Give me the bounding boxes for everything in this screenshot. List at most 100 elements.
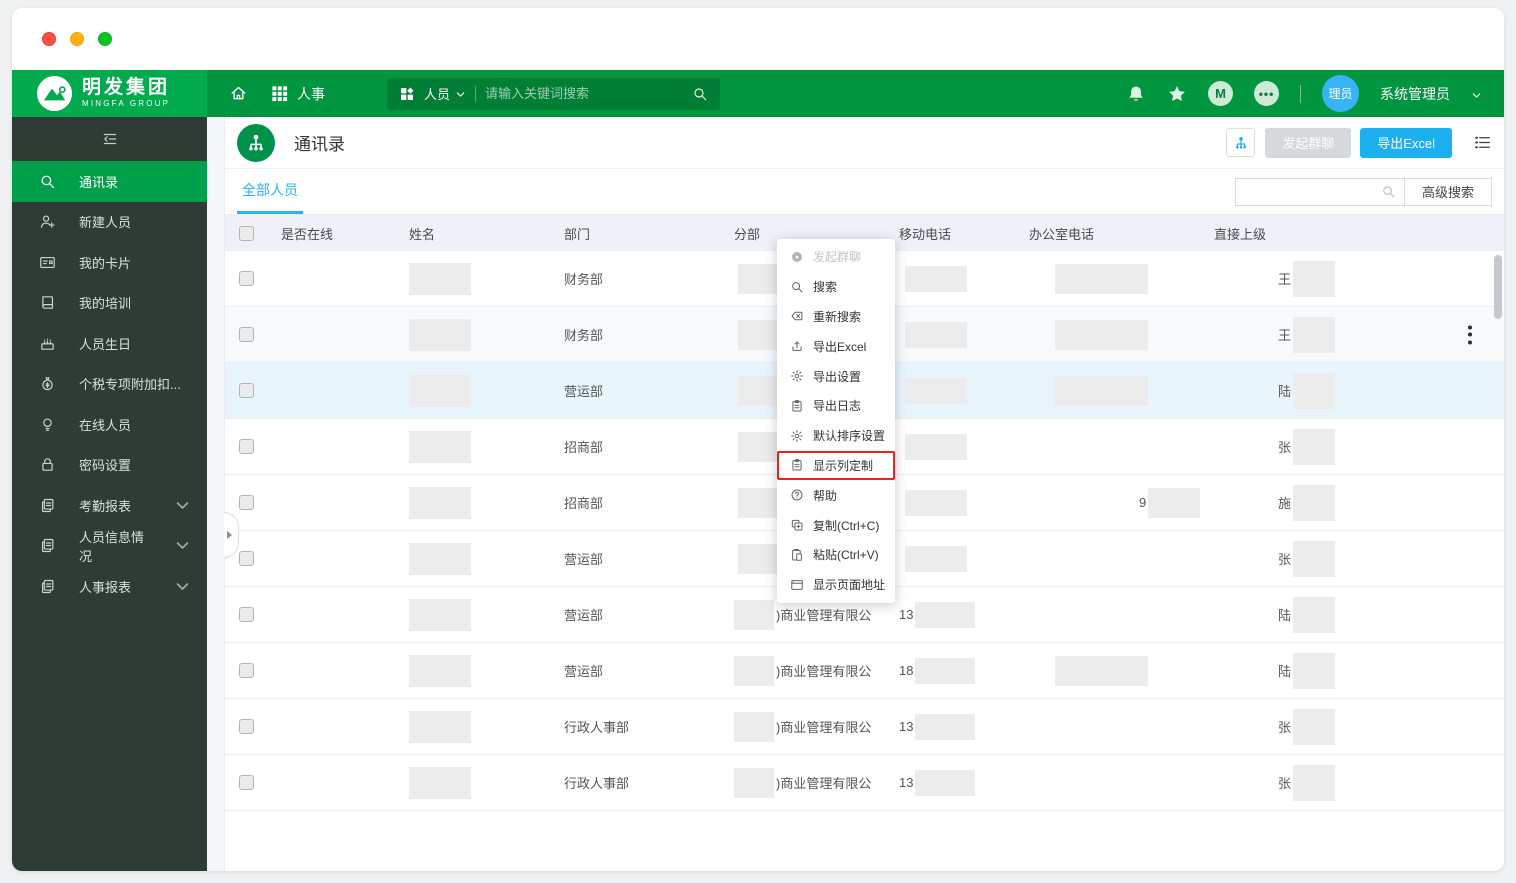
department-cell: 营运部 xyxy=(564,384,604,399)
vertical-scrollbar[interactable] xyxy=(1494,255,1502,319)
department-cell: 行政人事部 xyxy=(564,720,630,735)
branch-cell: )商业管理有限公 xyxy=(720,767,885,798)
context-menu-item-3[interactable]: 导出Excel xyxy=(777,331,895,361)
table-row[interactable]: 行政人事部)商业管理有限公 13 张 xyxy=(225,755,1504,811)
sidebar-collapse-icon[interactable] xyxy=(101,130,119,148)
window-zoom-button[interactable] xyxy=(98,32,112,46)
brand-logo: 明发集团 MINGFA GROUP xyxy=(12,70,207,117)
sidebar-item-4[interactable]: 人员生日 xyxy=(12,323,207,364)
window-close-button[interactable] xyxy=(42,32,56,46)
advanced-search-button[interactable]: 高级搜索 xyxy=(1403,177,1492,206)
org-structure-button[interactable] xyxy=(1226,128,1256,157)
favorites-star-icon[interactable] xyxy=(1167,84,1187,104)
department-cell: 财务部 xyxy=(564,272,604,287)
context-menu-item-0[interactable]: 发起群聊 xyxy=(777,242,895,272)
tab-all-personnel[interactable]: 全部人员 xyxy=(237,169,303,214)
m-badge-icon[interactable]: M xyxy=(1208,81,1233,106)
row-checkbox[interactable] xyxy=(238,775,254,790)
sidebar-item-1[interactable]: 新建人员 xyxy=(12,202,207,243)
table-row[interactable]: 营运部)商业管理有限公 18 陆 xyxy=(225,643,1504,699)
tab-bar: 全部人员 高级搜索 xyxy=(225,169,1504,215)
row-actions-kebab-icon[interactable] xyxy=(1464,321,1476,348)
context-menu-item-label: 导出日志 xyxy=(813,399,862,414)
context-menu-item-5[interactable]: 导出日志 xyxy=(777,391,895,421)
branch-cell: )商业管理有限公 xyxy=(720,655,885,686)
redacted-value xyxy=(1293,372,1336,409)
sidebar-item-7[interactable]: 密码设置 xyxy=(12,445,207,486)
context-menu-item-1[interactable]: 搜索 xyxy=(777,272,895,302)
question-icon xyxy=(790,488,804,502)
window-titlebar xyxy=(12,8,1504,70)
view-list-icon[interactable] xyxy=(1473,133,1492,152)
search-icon xyxy=(39,173,56,190)
redacted-value xyxy=(1293,652,1336,689)
nav-divider xyxy=(1300,84,1301,103)
app-window: 明发集团 MINGFA GROUP 人事 人员 请输入关键词搜索 M ••• 理… xyxy=(12,8,1504,871)
row-checkbox[interactable] xyxy=(238,383,254,398)
row-checkbox[interactable] xyxy=(238,495,254,510)
app-grid-icon[interactable] xyxy=(270,84,289,103)
sidebar-item-6[interactable]: 在线人员 xyxy=(12,404,207,445)
notifications-bell-icon[interactable] xyxy=(1126,84,1146,104)
name-cell xyxy=(395,318,550,351)
redacted-value xyxy=(409,542,471,575)
select-all-checkbox[interactable] xyxy=(238,225,254,241)
search-icon[interactable] xyxy=(1381,184,1396,199)
sidebar-item-8[interactable]: 考勤报表 xyxy=(12,485,207,526)
window-minimize-button[interactable] xyxy=(70,32,84,46)
context-menu-item-4[interactable]: 导出设置 xyxy=(777,361,895,391)
redacted-value xyxy=(915,769,976,796)
redacted-value xyxy=(1148,487,1200,518)
row-checkbox[interactable] xyxy=(238,271,254,286)
sidebar-item-0[interactable]: 通讯录 xyxy=(12,161,207,202)
context-menu-item-9[interactable]: 复制(Ctrl+C) xyxy=(777,510,895,540)
clipboard-icon xyxy=(790,458,804,472)
row-checkbox[interactable] xyxy=(238,439,254,454)
report-icon xyxy=(39,578,56,595)
department-cell: 行政人事部 xyxy=(564,776,630,791)
redacted-value xyxy=(915,713,976,740)
redacted-value xyxy=(1293,540,1336,577)
sidebar-item-2[interactable]: 我的卡片 xyxy=(12,242,207,283)
context-menu-item-6[interactable]: 默认排序设置 xyxy=(777,421,895,451)
sidebar-item-label: 通讯录 xyxy=(79,174,119,190)
context-menu-item-2[interactable]: 重新搜索 xyxy=(777,302,895,332)
chevron-down-icon xyxy=(174,537,191,554)
table-row[interactable]: 行政人事部)商业管理有限公 13 张 xyxy=(225,699,1504,755)
context-menu-item-10[interactable]: 粘贴(Ctrl+V) xyxy=(777,540,895,570)
row-checkbox[interactable] xyxy=(238,607,254,622)
context-menu-item-11[interactable]: 显示页面地址 xyxy=(777,570,895,600)
context-menu-item-7[interactable]: 显示列定制 xyxy=(777,450,895,481)
gear-icon xyxy=(790,369,804,383)
chevron-down-icon xyxy=(174,578,191,595)
start-group-chat-button[interactable]: 发起群聊 xyxy=(1265,127,1352,158)
redacted-value xyxy=(1293,764,1336,801)
sidebar-item-5[interactable]: 个税专项附加扣... xyxy=(12,364,207,405)
table-search-input[interactable] xyxy=(1243,184,1381,199)
context-menu-item-label: 显示列定制 xyxy=(813,458,874,473)
export-excel-button[interactable]: 导出Excel xyxy=(1360,127,1452,158)
search-scope-selector[interactable]: 人员 xyxy=(424,84,466,103)
redacted-value xyxy=(1055,375,1148,406)
search-scope-apps-icon[interactable] xyxy=(399,86,415,102)
row-checkbox[interactable] xyxy=(238,663,254,678)
module-label[interactable]: 人事 xyxy=(297,84,325,104)
global-search-input[interactable] xyxy=(485,86,683,101)
user-avatar[interactable]: 理员 xyxy=(1322,75,1359,112)
user-menu-chevron-icon[interactable] xyxy=(1471,88,1482,99)
more-ellipsis-icon[interactable]: ••• xyxy=(1254,81,1279,106)
sidebar-item-9[interactable]: 人员信息情况 xyxy=(12,526,207,567)
context-menu-item-label: 默认排序设置 xyxy=(813,429,886,444)
search-icon[interactable] xyxy=(692,86,708,102)
sidebar-item-3[interactable]: 我的培训 xyxy=(12,283,207,324)
user-name[interactable]: 系统管理员 xyxy=(1380,84,1450,104)
redacted-value xyxy=(1293,596,1336,633)
context-menu-item-8[interactable]: 帮助 xyxy=(777,480,895,510)
home-icon[interactable] xyxy=(229,84,248,103)
redacted-value xyxy=(409,766,471,799)
sidebar-item-10[interactable]: 人事报表 xyxy=(12,566,207,607)
office-phone-cell xyxy=(1015,263,1200,294)
row-checkbox[interactable] xyxy=(238,719,254,734)
row-checkbox[interactable] xyxy=(238,327,254,342)
row-checkbox[interactable] xyxy=(238,551,254,566)
